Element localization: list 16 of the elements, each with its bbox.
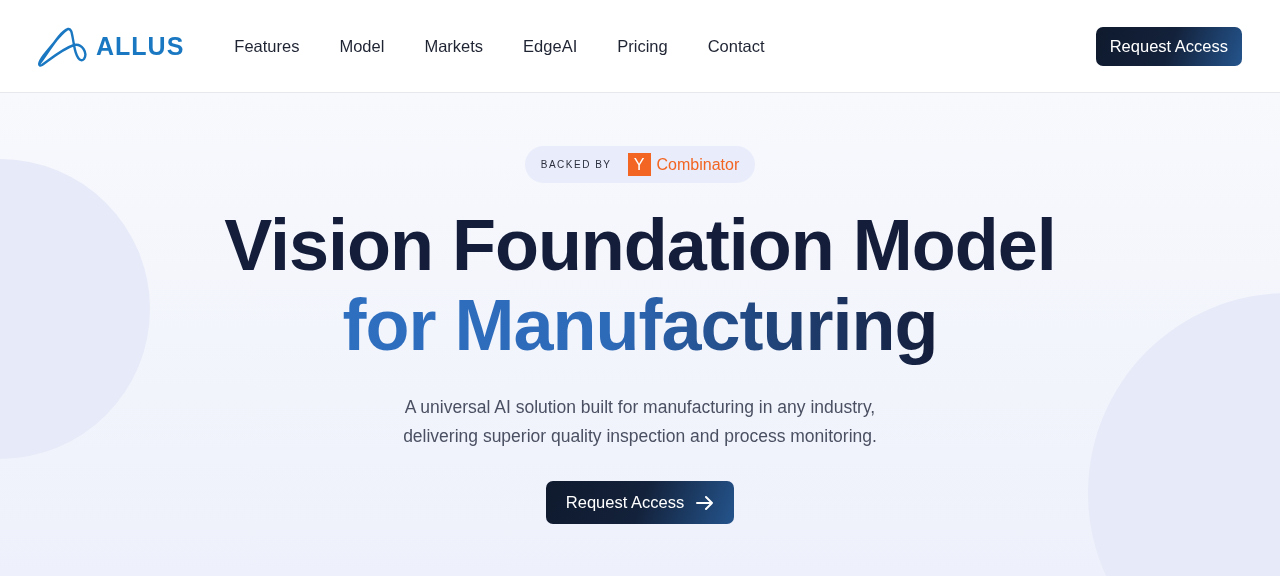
request-access-button[interactable]: Request Access [545, 481, 735, 524]
logo-icon [38, 25, 88, 67]
nav-link[interactable]: Features [214, 36, 320, 56]
nav-link[interactable]: Contact [687, 36, 785, 56]
nav-link[interactable]: Pricing [597, 36, 688, 56]
hero-heading: Vision Foundation Model [224, 209, 1056, 281]
y-logo-mark: Y [627, 153, 651, 176]
arrow-right-icon [696, 494, 715, 511]
nav-link[interactable]: Model [319, 36, 405, 56]
request-access-button[interactable]: Request Access [1095, 26, 1242, 66]
nav-link[interactable]: EdgeAI [503, 36, 598, 56]
hero-subtitle: A universal AI solution built for manufacturing in any industry, delivering superior quality inspection and process monitoring. [402, 396, 878, 448]
backer-name: Combinator [656, 155, 740, 174]
badge-label: BACKED BY [540, 159, 612, 170]
logo-text[interactable]: ALLUS [96, 31, 185, 61]
nav-link[interactable]: Markets [404, 36, 504, 56]
